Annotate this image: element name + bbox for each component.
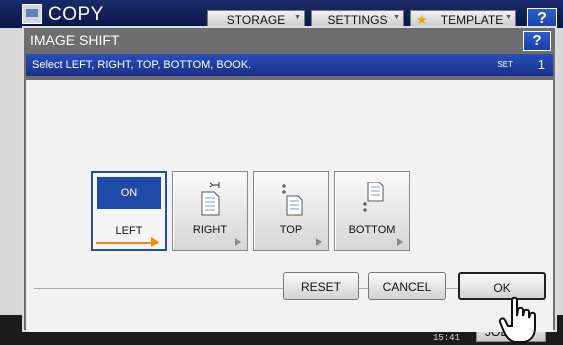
tab-settings-label: SETTINGS bbox=[327, 13, 388, 27]
dialog-help-button[interactable]: ? bbox=[523, 31, 551, 51]
copy-icon bbox=[22, 4, 42, 24]
option-top-label: TOP bbox=[279, 224, 303, 236]
shift-bottom-icon bbox=[363, 182, 384, 212]
clock: 15:41 bbox=[432, 333, 460, 343]
option-left-label: LEFT bbox=[115, 225, 143, 237]
option-bottom[interactable]: BOTTOM bbox=[334, 171, 410, 251]
arrow-right-icon bbox=[397, 238, 403, 246]
selected-arrow-icon bbox=[151, 237, 159, 247]
arrow-right-icon bbox=[235, 238, 241, 246]
image-shift-dialog: IMAGE SHIFT ? Select LEFT, RIGHT, TOP, B… bbox=[22, 26, 557, 332]
option-right[interactable]: RIGHT bbox=[172, 171, 248, 251]
arrow-right-icon bbox=[316, 238, 322, 246]
tab-storage-label: STORAGE bbox=[226, 13, 286, 27]
chevron-down-icon: ▼ bbox=[393, 14, 400, 21]
pointer-hand-icon bbox=[498, 296, 536, 343]
option-right-label: RIGHT bbox=[192, 224, 228, 236]
option-bottom-label: BOTTOM bbox=[348, 224, 396, 236]
reset-button[interactable]: RESET bbox=[283, 272, 359, 300]
chevron-down-icon: ▼ bbox=[294, 14, 301, 21]
set-label: SET bbox=[497, 60, 513, 69]
on-indicator: ON bbox=[97, 177, 161, 209]
option-left[interactable]: ON LEFT bbox=[91, 171, 167, 251]
tab-template-label: TEMPLATE bbox=[440, 13, 504, 27]
app-title: COPY bbox=[48, 4, 104, 25]
cancel-button[interactable]: CANCEL bbox=[368, 272, 446, 300]
set-count: 1 bbox=[537, 57, 545, 72]
top-bar: COPY STORAGE ▼ SETTINGS ▼ ★ TEMPLATE ▼ ? bbox=[0, 0, 563, 30]
selected-underline bbox=[96, 242, 158, 244]
dialog-title: IMAGE SHIFT bbox=[30, 32, 120, 48]
option-top[interactable]: TOP bbox=[253, 171, 329, 251]
instruction-text: Select LEFT, RIGHT, TOP, BOTTOM, BOOK. bbox=[32, 59, 252, 71]
shift-right-icon bbox=[201, 182, 220, 216]
chevron-down-icon: ▼ bbox=[505, 14, 512, 21]
shift-top-icon bbox=[282, 184, 303, 216]
message-bar: Select LEFT, RIGHT, TOP, BOTTOM, BOOK. S… bbox=[26, 54, 553, 76]
